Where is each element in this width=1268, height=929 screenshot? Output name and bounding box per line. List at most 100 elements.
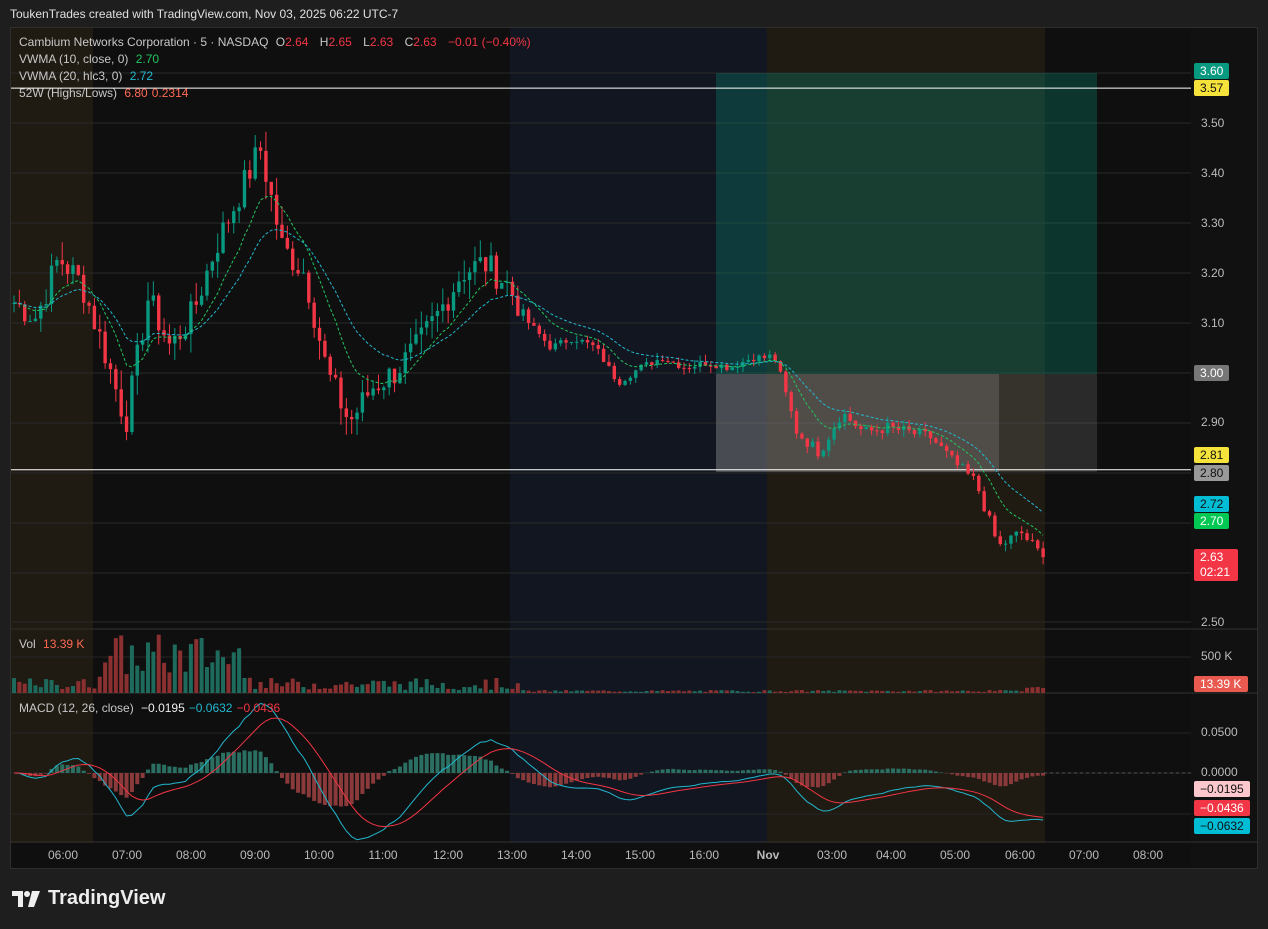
candle-body [285,237,290,249]
candle-body [526,309,531,323]
volume-bar [1003,690,1008,693]
macd-histogram-bar [355,773,360,801]
close-label: C [404,35,414,49]
time-tick: 15:00 [624,848,656,862]
candle-body [1003,543,1008,545]
macd-histogram-bar [880,769,885,773]
macd-histogram-bar [472,755,477,773]
volume-bar [178,650,183,693]
candle-body [317,327,322,341]
candle-body [671,361,675,363]
candle-body [810,441,815,447]
symbol-title[interactable]: Cambium Networks Corporation · 5 · NASDA… [19,35,268,49]
candle-body [676,362,681,368]
candle-body [1014,531,1019,536]
candle-body [451,292,456,311]
volume-bar [740,691,745,693]
take-profit-zone [716,73,1097,374]
volume-bar [258,681,263,693]
volume-bar [526,690,531,693]
volume-legend[interactable]: Vol 13.39 K [19,637,88,651]
close-value: 2.63 [413,35,437,49]
macd-histogram-bar [349,773,354,805]
candle-body [784,371,788,393]
volume-bar [204,667,209,693]
macd-histogram-bar [1014,773,1019,782]
volume-bar [1041,687,1046,693]
chart-canvas[interactable] [11,28,1258,869]
volume-bar [928,690,933,693]
macd-histogram-bar [628,773,633,779]
time-tick: 16:00 [688,848,720,862]
macd-histogram-bar [633,773,638,777]
candle-body [789,392,793,412]
candle-body [371,388,375,396]
candle-body [49,265,54,305]
macd-histogram-bar [38,773,43,775]
macd-histogram-bar [76,766,81,773]
macd-histogram-bar [381,773,386,776]
volume-bar [751,691,756,693]
candle-body [601,348,606,362]
stop-loss-tag: 2.80 [1194,465,1230,481]
volume-bar [387,686,392,693]
vwma20-legend[interactable]: VWMA (20, hlc3, 0) 2.72 [19,69,157,83]
volume-bar [885,690,890,693]
macd-histogram-bar [960,773,965,777]
tradingview-logo[interactable]: TradingView [12,887,165,910]
volume-bar [242,677,247,693]
volume-bar [494,678,499,693]
candle-body [1041,548,1045,558]
candle-body [928,431,933,439]
candle-body [253,147,257,179]
macd-histogram-bar [1008,773,1013,785]
volume-bar [810,690,815,693]
macd-histogram-bar [612,773,617,780]
volume-bar [253,688,258,693]
candle-body [751,359,756,362]
macd-histogram-bar [247,751,252,773]
candle-body [757,355,761,362]
candle-body [934,438,938,443]
candle-body [864,426,868,429]
macd-histogram-bar [992,773,997,785]
52w-legend[interactable]: 52W (Highs/Lows) 6.80 0.2314 [19,86,192,100]
vwma10-legend[interactable]: VWMA (10, close, 0) 2.70 [19,52,163,66]
volume-bar [215,650,220,693]
macd-histogram-bar [665,769,670,773]
candle-body [430,316,434,322]
volume-bar [783,691,788,693]
macd-histogram-bar [719,770,724,773]
volume-bar [660,690,665,693]
chart-area[interactable]: Cambium Networks Corporation · 5 · NASDA… [10,27,1258,869]
macd-legend[interactable]: MACD (12, 26, close) −0.0195 −0.0632 −0.04… [19,701,284,715]
candle-body [634,370,638,378]
macd-histogram-bar [885,768,890,773]
bar-countdown: 02:21 [1200,565,1231,579]
macd-histogram-bar [923,769,928,773]
volume-bar [269,678,274,693]
volume-bar [992,691,997,693]
macd-histogram-bar [263,757,268,773]
candle-body [912,430,917,435]
candle-body [805,438,809,447]
candle-body [564,340,568,343]
volume-bar [864,691,869,693]
volume-bar [826,690,831,693]
volume-bar [381,680,386,693]
volume-bar [472,685,477,693]
candle-body [419,327,424,335]
candle-body [596,345,600,349]
macd-histogram-bar [467,755,472,773]
volume-bar [33,685,38,693]
volume-bar [933,691,938,693]
last-price: 2.63 [1200,550,1224,564]
volume-bar [896,691,901,693]
high-value: 2.65 [328,35,352,49]
macd-histogram-bar [499,768,504,773]
candle-body [591,342,595,346]
candle-body [467,272,472,280]
volume-bar [708,690,713,693]
volume-bar [971,691,976,693]
macd-histogram-bar [955,773,960,776]
